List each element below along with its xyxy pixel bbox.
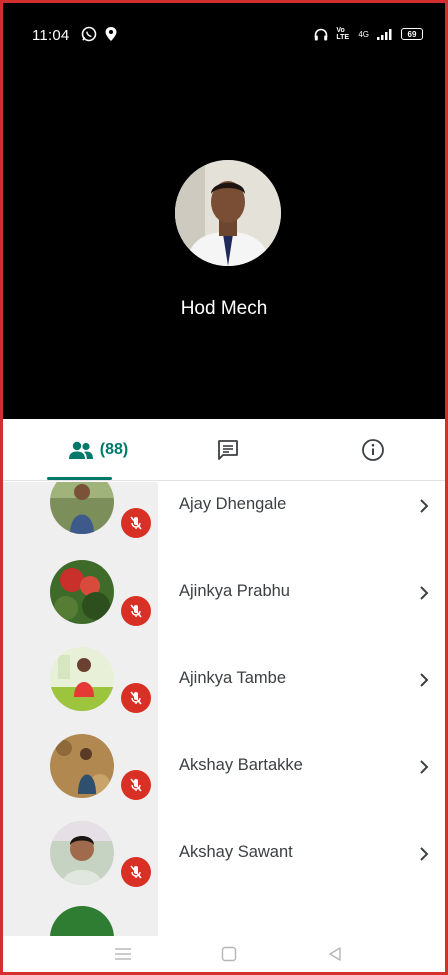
muted-mic-badge (121, 508, 151, 538)
tab-bar: (88) (3, 419, 445, 481)
muted-mic-badge (121, 596, 151, 626)
participant-name: Ajay Dhengale (179, 495, 287, 513)
home-square-icon (221, 946, 237, 962)
signal-icon (377, 29, 392, 40)
participant-avatar (50, 647, 114, 711)
menu-icon (115, 948, 131, 960)
whatsapp-icon (81, 26, 97, 42)
tab-info[interactable] (308, 419, 438, 481)
mic-off-icon (130, 865, 142, 879)
participant-name: Ajinkya Tambe (179, 669, 287, 687)
battery-level: 69 (407, 29, 417, 39)
active-tab-indicator (47, 477, 112, 480)
mic-off-icon (130, 516, 142, 530)
muted-mic-badge (121, 857, 151, 887)
participant-count: (88) (99, 441, 129, 458)
chevron-right-icon[interactable] (416, 672, 432, 688)
status-time: 11:04 (32, 27, 70, 44)
chevron-right-icon[interactable] (416, 585, 432, 601)
mic-off-icon (130, 691, 142, 705)
menu-nav-button[interactable] (111, 942, 135, 966)
chevron-right-icon[interactable] (416, 498, 432, 514)
home-nav-button[interactable] (217, 942, 241, 966)
participant-name: Akshay Bartakke (179, 756, 303, 774)
video-area[interactable]: 11:04 Vo LTE 4G 69 Hod Mech (3, 3, 445, 419)
chevron-right-icon[interactable] (416, 846, 432, 862)
status-bar: 11:04 Vo LTE 4G 69 (3, 3, 445, 63)
headphones-icon (315, 28, 328, 40)
chevron-right-icon[interactable] (416, 759, 432, 775)
system-nav-bar (3, 936, 445, 972)
speaker-avatar (175, 160, 281, 266)
status-notification-icons (81, 26, 118, 42)
participant-row[interactable]: Ajay Dhengale (3, 482, 445, 552)
muted-mic-badge (121, 683, 151, 713)
participant-name: Akshay Sawant (179, 843, 293, 861)
muted-mic-badge (121, 770, 151, 800)
participant-avatar (50, 821, 114, 885)
participant-list[interactable]: Ajay Dhengale Ajinkya Prabhu Ajinkya Tam… (3, 482, 445, 936)
location-icon (105, 27, 117, 41)
participant-row[interactable]: Ajinkya Prabhu (3, 552, 445, 639)
participant-avatar (50, 482, 114, 534)
battery-icon: 69 (401, 28, 423, 40)
participant-avatar (50, 734, 114, 798)
mic-off-icon (130, 778, 142, 792)
speaker-name: Hod Mech (180, 298, 268, 319)
participant-row[interactable]: Akshay Bartakke (3, 726, 445, 813)
back-nav-button[interactable] (323, 942, 347, 966)
chat-icon (218, 440, 238, 460)
status-system-icons: Vo LTE 4G 69 (314, 27, 423, 41)
participant-row[interactable]: Ajinkya Tambe (3, 639, 445, 726)
participant-row[interactable]: Akshay Sawant (3, 813, 445, 900)
participant-avatar (50, 560, 114, 624)
app-frame: 11:04 Vo LTE 4G 69 Hod Mech (88) Ajay Dh… (3, 3, 445, 972)
tab-chat[interactable] (163, 419, 293, 481)
participant-name: Ajinkya Prabhu (179, 582, 290, 600)
info-icon (362, 439, 384, 461)
mic-off-icon (130, 604, 142, 618)
tab-people[interactable]: (88) (33, 419, 163, 481)
signal-4g-label: 4G (358, 29, 369, 39)
people-icon (68, 441, 93, 459)
volte-label: Vo LTE (336, 27, 350, 41)
back-triangle-icon (329, 947, 341, 961)
